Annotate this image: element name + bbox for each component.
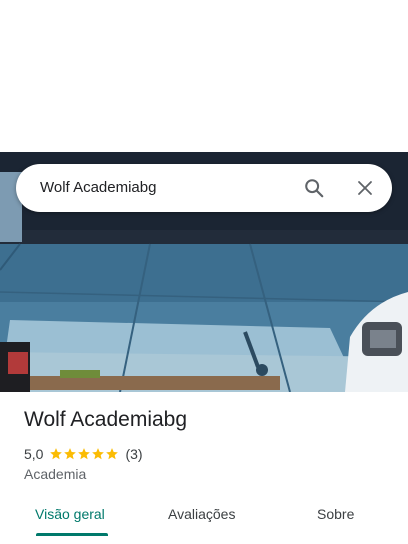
star-icon [92, 448, 105, 460]
blank-top-area [0, 0, 408, 152]
tab-about[interactable]: Sobre [317, 494, 354, 534]
tab-overview[interactable]: Visão geral [35, 494, 105, 534]
search-bar[interactable]: Wolf Academiabg [16, 164, 392, 212]
place-tabs: Visão geral Avaliações Sobre [0, 494, 408, 538]
tab-reviews[interactable]: Avaliações [168, 494, 235, 534]
rating-value: 5,0 [24, 446, 44, 462]
star-rating [49, 447, 119, 461]
close-icon[interactable] [353, 176, 377, 200]
star-icon [78, 448, 91, 460]
rating-row[interactable]: 5,0 (3) [24, 445, 143, 463]
place-category: Academia [24, 466, 87, 482]
star-icon [106, 448, 119, 460]
search-icon[interactable] [302, 176, 326, 200]
search-input[interactable]: Wolf Academiabg [40, 164, 156, 212]
star-icon [50, 448, 63, 460]
review-count[interactable]: (3) [125, 446, 142, 462]
active-tab-indicator [36, 533, 108, 536]
place-title: Wolf Academiabg [24, 408, 188, 431]
star-icon [64, 448, 77, 460]
